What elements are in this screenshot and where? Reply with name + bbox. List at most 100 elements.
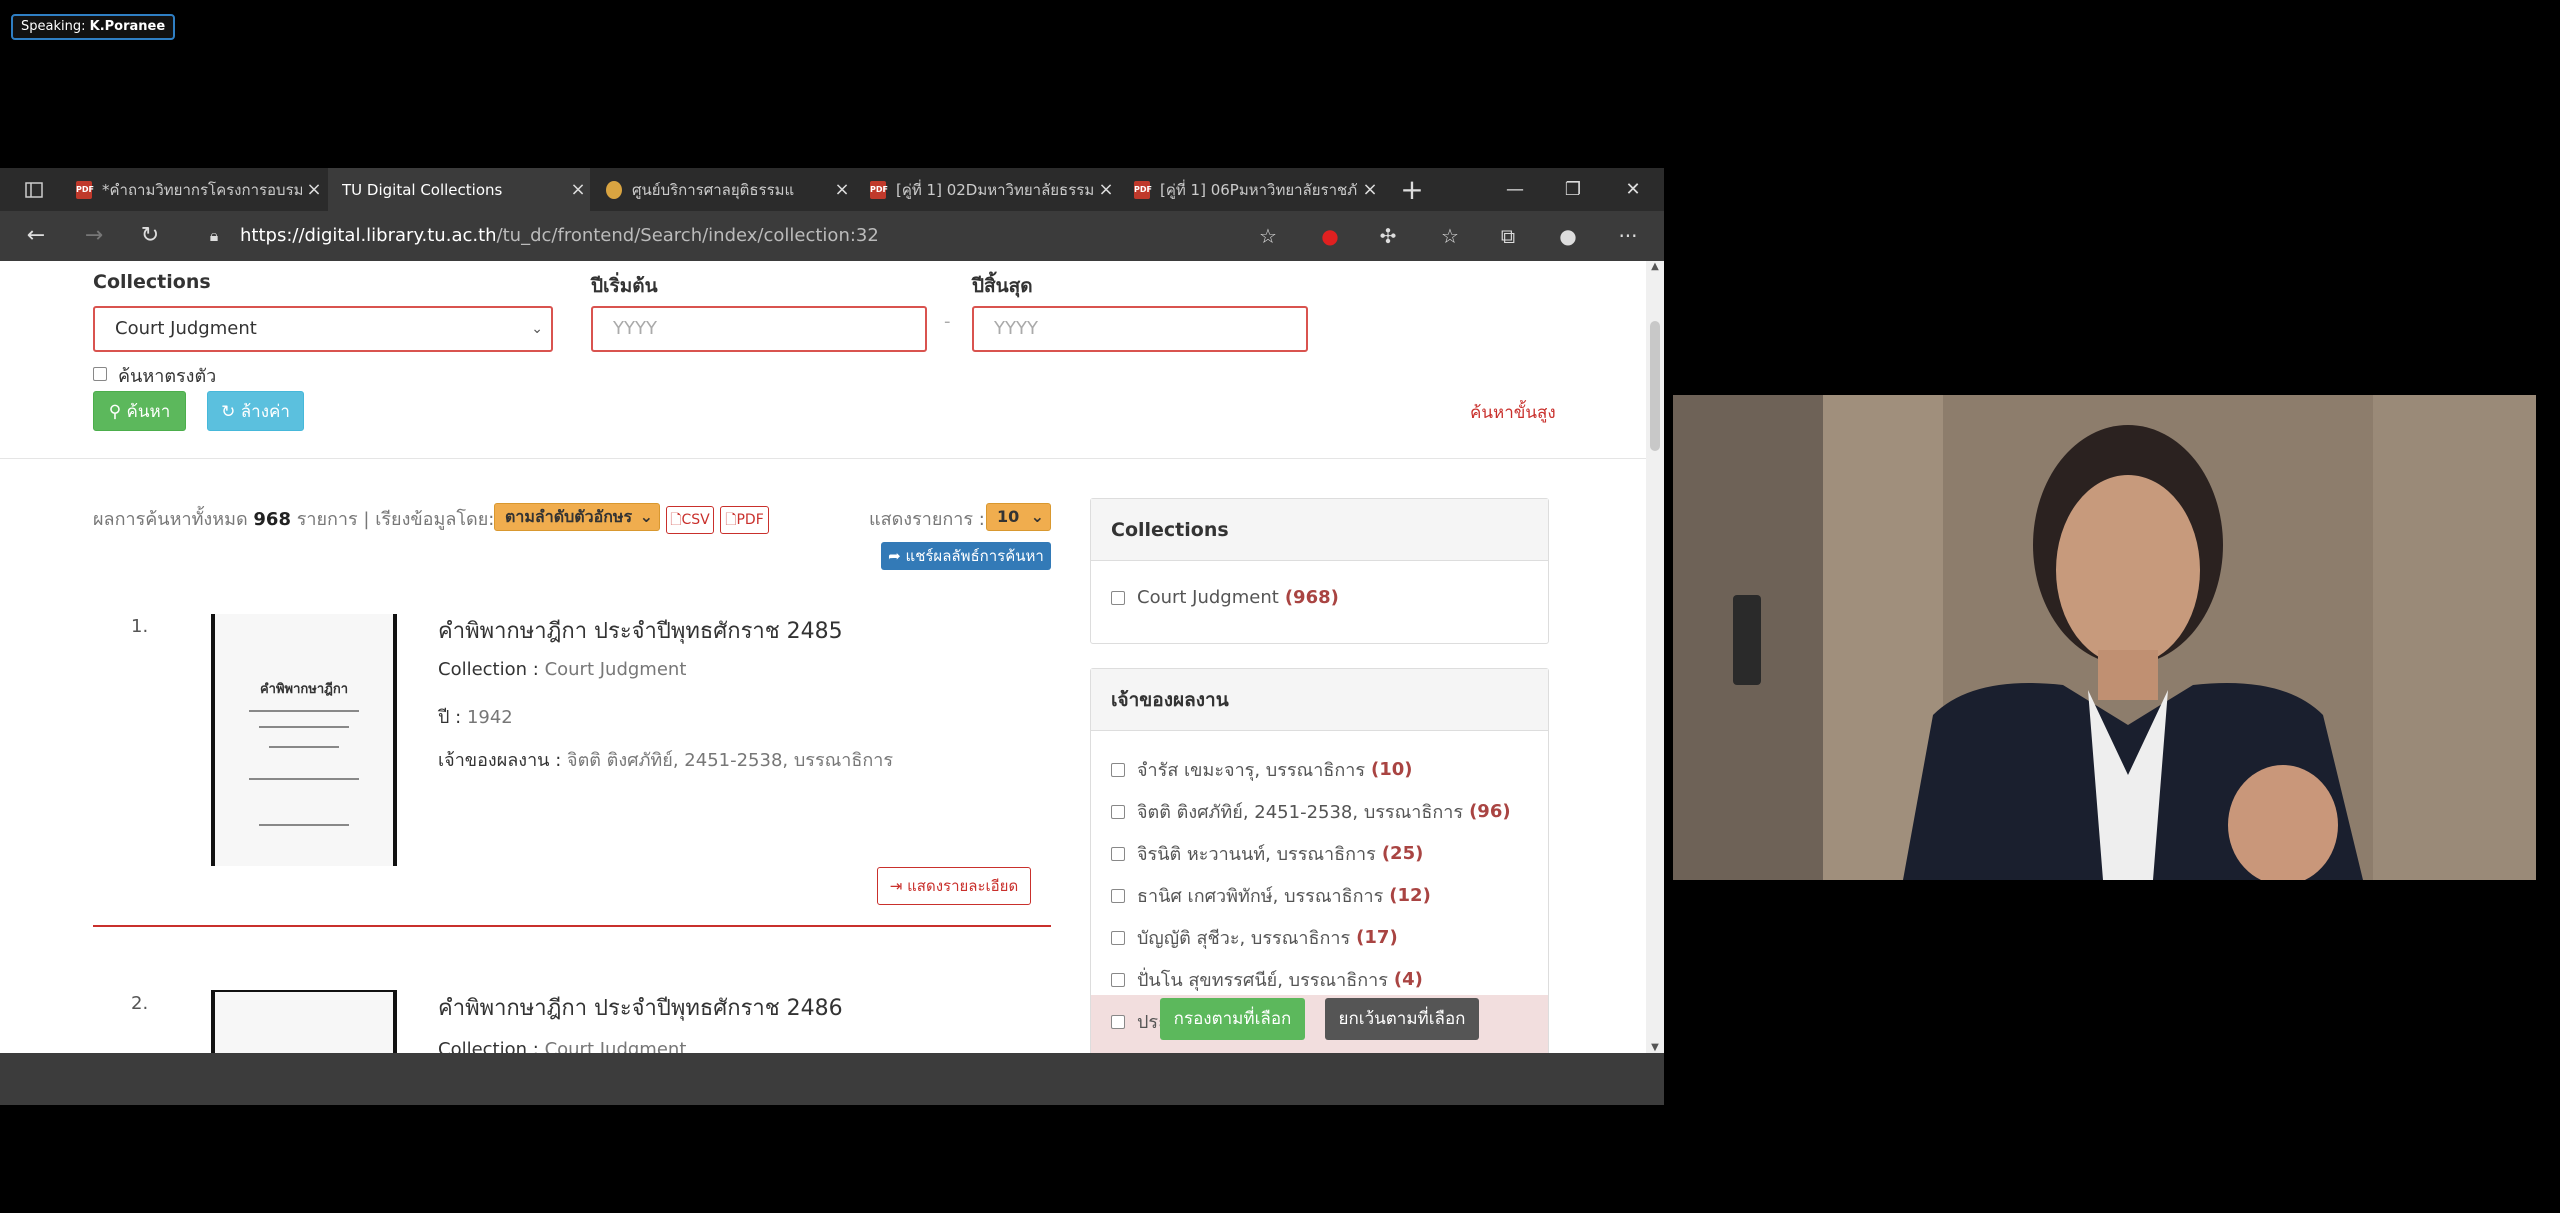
back-arrow-icon[interactable]: ← [16,211,56,261]
result-number: 1. [131,616,149,637]
result-title[interactable]: คำพิพากษาฎีกา ประจำปีพุทธศักราช 2486 [438,990,843,1025]
facet-item-label: ธานิศ เกศวพิทักษ์, บรรณาธิการ [1137,886,1384,907]
facet-item[interactable]: Court Judgment (968) [1111,587,1339,608]
facet-item-label: บัญญัติ สุชีวะ, บรรณาธิการ [1137,928,1351,949]
emblem-icon [606,180,622,199]
facet-checkbox[interactable] [1111,846,1125,861]
minimize-icon[interactable]: — [1486,168,1544,211]
collection-select[interactable]: Court Judgment ⌄ [93,306,553,352]
thumbnail-line [249,778,359,780]
tab-5[interactable]: PDF [คู่ที่ 1] 06Pมหาวิทยาลัยราชภั × [1120,168,1382,211]
result-thumbnail[interactable]: คำพิพากษาฎีกา [211,614,397,866]
chevron-down-icon: ⌄ [639,507,653,526]
facet-item-count: (12) [1389,885,1431,906]
maximize-icon[interactable]: ❐ [1544,168,1602,211]
export-pdf-label: PDF [736,512,764,528]
tab-1[interactable]: PDF *คำถามวิทยากรโครงการอบรม × [66,168,326,211]
show-details-button[interactable]: ⇥ แสดงรายละเอียด [877,867,1031,905]
favorites-list-icon[interactable]: ☆ [1432,211,1468,261]
year-end-input[interactable]: YYYY [972,306,1308,352]
owner-label: เจ้าของผลงาน : [438,750,562,771]
results-total: 968 [253,509,291,530]
tab-4[interactable]: PDF [คู่ที่ 1] 02Dมหาวิทยาลัยธรรมศ × [856,168,1118,211]
tab-actions-icon [25,181,43,198]
facet-item[interactable]: จิรนิติ หะวานนท์, บรรณาธิการ (25) [1111,839,1423,868]
search-icon: ⚲ [108,402,122,422]
results-summary-prefix: ผลการค้นหาทั้งหมด [93,509,248,530]
refresh-icon: ↻ [221,402,236,422]
facet-item[interactable]: จำรัส เขมะจารุ, บรรณาธิการ (10) [1111,755,1413,784]
facet-item[interactable]: จิตติ ติงศภัทิย์, 2451-2538, บรรณาธิการ(… [1111,797,1511,826]
facet-checkbox[interactable] [1111,930,1125,945]
year-start-input[interactable]: YYYY [591,306,927,352]
result-title[interactable]: คำพิพากษาฎีกา ประจำปีพุทธศักราช 2485 [438,613,843,648]
exclude-selected-button[interactable]: ยกเว้นตามที่เลือก [1325,998,1479,1040]
close-tab-icon[interactable]: × [830,179,854,200]
show-count-select[interactable]: 10 ⌄ [986,503,1051,531]
tab-title: [คู่ที่ 1] 02Dมหาวิทยาลัยธรรมศ [896,180,1094,199]
export-csv-button[interactable]: 🗋︎CSV [666,506,714,534]
close-tab-icon[interactable]: × [302,179,326,200]
opera-extension-icon[interactable]: ● [1312,211,1348,261]
forward-arrow-icon[interactable]: → [74,211,114,261]
facet-item-label: Court Judgment [1137,587,1279,608]
collections-icon[interactable]: ⧉ [1490,211,1526,261]
facet-checkbox[interactable] [1111,762,1125,777]
extensions-puzzle-icon[interactable]: ✣ [1370,211,1406,261]
facet-item-count: (96) [1469,801,1511,822]
pdf-icon: PDF [870,180,888,199]
lock-icon[interactable]: 🔒︎ [194,211,234,261]
tab-3[interactable]: ศูนย์บริการศาลยุติธรรมแ × [592,168,854,211]
page-scrollbar[interactable]: ▲ ▼ [1646,261,1664,1053]
tab-actions-button[interactable] [14,168,54,211]
scroll-up-arrow-icon[interactable]: ▲ [1646,261,1664,272]
reset-button-label: ล้างค่า [240,402,290,422]
close-window-icon[interactable]: ✕ [1604,168,1662,211]
close-tab-icon[interactable]: × [1358,179,1382,200]
file-icon: 🗋︎ [670,512,682,528]
close-tab-icon[interactable]: × [566,179,590,200]
scroll-down-arrow-icon[interactable]: ▼ [1646,1042,1664,1053]
search-button-label: ค้นหา [126,402,171,422]
exact-match-checkbox[interactable] [93,367,107,381]
tab-title: *คำถามวิทยากรโครงการอบรม [102,180,302,199]
facet-item[interactable]: บัญญัติ สุชีวะ, บรรณาธิการ (17) [1111,923,1398,952]
facet-checkbox[interactable] [1111,888,1125,903]
result-collection: Collection : Court Judgment [438,659,686,680]
favorite-star-icon[interactable]: ☆ [1250,211,1286,261]
share-results-button[interactable]: ➦ แชร์ผลลัพธ์การค้นหา [881,542,1051,570]
sort-select[interactable]: ตามลำดับตัวอักษร ⌄ [494,503,660,531]
facet-title: เจ้าของผลงาน [1091,669,1548,731]
refresh-icon[interactable]: ↻ [130,211,170,261]
advanced-search-link[interactable]: ค้นหาขั้นสูง [1470,399,1556,426]
reset-button[interactable]: ↻ ล้างค่า [207,391,304,431]
year-value: 1942 [466,707,513,728]
facet-item[interactable]: ธานิศ เกศวพิทักษ์, บรรณาธิการ (12) [1111,881,1431,910]
facet-checkbox[interactable] [1111,590,1125,605]
tab-2-active[interactable]: TU Digital Collections × [328,168,590,211]
collection-value: Court Judgment [544,659,687,680]
more-menu-icon[interactable]: ··· [1610,211,1646,261]
url-field[interactable]: https://digital.library.tu.ac.th/tu_dc/f… [240,211,879,261]
profile-avatar-icon[interactable]: ● [1550,211,1586,261]
participant-video [1673,395,2536,880]
web-page: Collections Court Judgment ⌄ ปีเริ่มต้น … [0,261,1646,1053]
file-icon: 🗋︎ [725,512,737,528]
search-button[interactable]: ⚲ ค้นหา [93,391,186,431]
sort-value: ตามลำดับตัวอักษร [505,507,633,526]
facet-checkbox[interactable] [1111,1014,1125,1029]
facet-checkbox[interactable] [1111,972,1125,987]
facet-item[interactable]: ปั่นโน สุขทรรศนีย์, บรรณาธิการ (4) [1111,965,1423,994]
collection-label: Collection : [438,1039,539,1053]
scrollbar-thumb[interactable] [1650,321,1660,451]
close-tab-icon[interactable]: × [1094,179,1118,200]
share-results-label: แชร์ผลลัพธ์การค้นหา [905,547,1044,565]
facet-checkbox[interactable] [1111,804,1125,819]
facet-item-label: จำรัส เขมะจารุ, บรรณาธิการ [1137,760,1366,781]
filter-selected-button[interactable]: กรองตามที่เลือก [1160,998,1305,1040]
result-thumbnail[interactable] [211,990,397,1053]
export-pdf-button[interactable]: 🗋︎PDF [720,506,769,534]
tab-title: TU Digital Collections [342,180,503,199]
new-tab-plus-icon[interactable]: + [1392,168,1432,211]
show-count-value: 10 [997,507,1020,526]
